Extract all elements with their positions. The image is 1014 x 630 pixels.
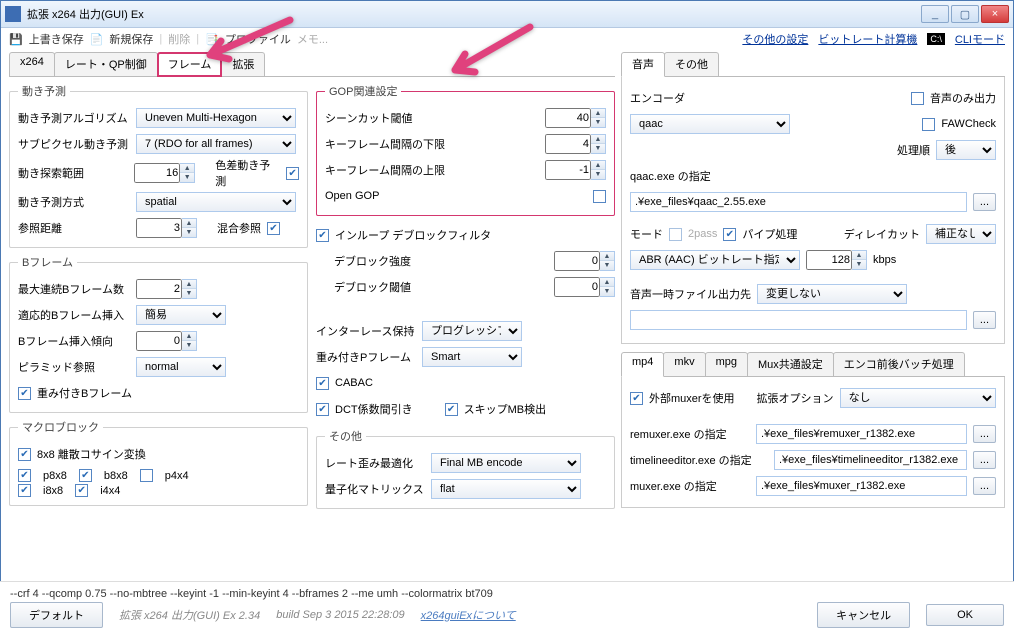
commandline-display: --crf 4 --qcomp 0.75 --no-mbtree --keyin… <box>0 582 1014 600</box>
tab-mp4[interactable]: mp4 <box>621 352 664 377</box>
weighted-b-check[interactable] <box>18 387 31 400</box>
deblock-strength-input[interactable] <box>554 251 600 271</box>
muxer-browse-button[interactable]: ... <box>973 477 996 495</box>
bframe-adapt-select[interactable]: 簡易 <box>136 305 226 325</box>
default-button[interactable]: デフォルト <box>10 602 103 628</box>
remuxer-path-input[interactable] <box>756 424 967 444</box>
motion-estimation-group: 動き予測 動き予測アルゴリズム Uneven Multi-Hexagon サブピ… <box>9 83 308 248</box>
dct-check[interactable] <box>316 403 329 416</box>
save-icon: 💾 <box>9 33 23 46</box>
about-link[interactable]: x264guiExについて <box>421 607 516 623</box>
pipe-check[interactable] <box>723 228 736 241</box>
remuxer-browse-button[interactable]: ... <box>973 425 996 443</box>
mux-tabs: mp4 mkv mpg Mux共通設定 エンコ前後バッチ処理 <box>621 352 1005 377</box>
tab-muxcommon[interactable]: Mux共通設定 <box>747 352 834 376</box>
bframe-bias-input[interactable] <box>136 331 182 351</box>
me-sub-select[interactable]: 7 (RDO for all frames) <box>136 134 296 154</box>
tab-mpg[interactable]: mpg <box>705 352 748 376</box>
cabac-check[interactable] <box>316 377 329 390</box>
cqm-select[interactable]: flat <box>431 479 581 499</box>
scenecut-input[interactable] <box>545 108 591 128</box>
b8x8-check[interactable] <box>79 469 92 482</box>
delete-button: 削除 <box>168 31 190 47</box>
tmp-browse-button[interactable]: ... <box>973 311 996 329</box>
cli-icon: C:\ <box>927 33 945 45</box>
chroma-me-check[interactable] <box>286 167 299 180</box>
weighted-p-select[interactable]: Smart <box>422 347 522 367</box>
bitrate-calc-link[interactable]: ビットレート計算機 <box>818 31 917 47</box>
2pass-check <box>669 228 682 241</box>
me-method-select[interactable]: spatial <box>136 192 296 212</box>
ext-opt-select[interactable]: なし <box>840 388 996 408</box>
audio-only-check[interactable] <box>911 92 924 105</box>
interlace-select[interactable]: プログレッシブ <box>422 321 522 341</box>
tab-audio[interactable]: 音声 <box>621 52 665 77</box>
bframe-pyr-select[interactable]: normal <box>136 357 226 377</box>
ext-muxer-check[interactable] <box>630 392 643 405</box>
close-button[interactable]: × <box>981 5 1009 23</box>
me-alg-select[interactable]: Uneven Multi-Hexagon <box>136 108 296 128</box>
bframe-group: Bフレーム 最大連続Bフレーム数 ▲▼ 適応的Bフレーム挿入 簡易 Bフレーム挿… <box>9 254 308 413</box>
macroblock-group: マクロブロック 8x8 離散コサイン変換 p8x8 b8x8 p4x4 i8x8… <box>9 419 308 506</box>
bitrate-input[interactable] <box>806 250 852 270</box>
p4x4-check[interactable] <box>140 469 153 482</box>
ref-input[interactable] <box>136 218 182 238</box>
mixed-ref-check[interactable] <box>267 222 280 235</box>
profile-button[interactable]: プロファイル <box>225 31 291 47</box>
p8x8-check[interactable] <box>18 469 31 482</box>
build-label: build Sep 3 2015 22:28:09 <box>276 609 404 621</box>
window-title: 拡張 x264 出力(GUI) Ex <box>27 6 921 22</box>
rd-select[interactable]: Final MB encode <box>431 453 581 473</box>
audio-mode-select[interactable]: ABR (AAC) ビットレート指定 <box>630 250 800 270</box>
qaac-browse-button[interactable]: ... <box>973 193 996 211</box>
other-settings-link[interactable]: その他の設定 <box>742 31 808 47</box>
cancel-button[interactable]: キャンセル <box>817 602 910 628</box>
ok-button[interactable]: OK <box>926 604 1004 626</box>
qaac-path-input[interactable] <box>630 192 967 212</box>
tab-rate[interactable]: レート・QP制御 <box>54 52 158 76</box>
app-icon <box>5 6 21 22</box>
dct88-check[interactable] <box>18 448 31 461</box>
faw-check[interactable] <box>922 118 935 131</box>
memo-field[interactable]: メモ... <box>297 31 328 47</box>
inloop-deblock-check[interactable] <box>316 229 329 242</box>
overwrite-button[interactable]: 上書き保存 <box>29 31 84 47</box>
tmp-path-input[interactable] <box>630 310 967 330</box>
tab-frame[interactable]: フレーム <box>157 52 223 77</box>
profile-icon: 📑 <box>205 33 219 46</box>
new-save-button[interactable]: 新規保存 <box>109 31 153 47</box>
tab-audio-other[interactable]: その他 <box>664 52 719 76</box>
tl-path-input[interactable] <box>774 450 967 470</box>
toolbar: 💾 上書き保存 📄 新規保存 | 削除 | 📑 プロファイル メモ... その他… <box>1 28 1013 50</box>
cli-mode-link[interactable]: CLIモード <box>955 31 1005 47</box>
tmp-select[interactable]: 変更しない <box>757 284 907 304</box>
deblock-thresh-input[interactable] <box>554 277 600 297</box>
tl-browse-button[interactable]: ... <box>973 451 996 469</box>
i4x4-check[interactable] <box>75 484 88 497</box>
tab-batch[interactable]: エンコ前後バッチ処理 <box>833 352 965 376</box>
tab-mkv[interactable]: mkv <box>663 352 705 376</box>
open-gop-check[interactable] <box>593 190 606 203</box>
main-tabs: x264 レート・QP制御 フレーム 拡張 <box>9 52 615 77</box>
titlebar: 拡張 x264 出力(GUI) Ex _ ▢ × <box>1 1 1013 28</box>
gop-group: GOP関連設定 シーンカット閾値 ▲▼ キーフレーム間隔の下限 ▲▼ キーフレー… <box>316 83 615 216</box>
maximize-button[interactable]: ▢ <box>951 5 979 23</box>
save-new-icon: 📄 <box>90 33 104 46</box>
encoder-select[interactable]: qaac <box>630 114 790 134</box>
me-range-input[interactable] <box>134 163 180 183</box>
minimize-button[interactable]: _ <box>921 5 949 23</box>
tab-x264[interactable]: x264 <box>9 52 55 76</box>
bframe-max-input[interactable] <box>136 279 182 299</box>
keyint-max-input[interactable] <box>545 160 591 180</box>
version-label: 拡張 x264 出力(GUI) Ex 2.34 <box>119 607 260 623</box>
keyint-min-input[interactable] <box>545 134 591 154</box>
skip-mb-check[interactable] <box>445 403 458 416</box>
order-select[interactable]: 後 <box>936 140 996 160</box>
audio-tabs: 音声 その他 <box>621 52 1005 77</box>
i8x8-check[interactable] <box>18 484 31 497</box>
other-group: その他 レート歪み最適化 Final MB encode 量子化マトリックス f… <box>316 428 615 509</box>
delay-select[interactable]: 補正なし <box>926 224 996 244</box>
muxer-path-input[interactable] <box>756 476 967 496</box>
tab-ext[interactable]: 拡張 <box>221 52 265 76</box>
